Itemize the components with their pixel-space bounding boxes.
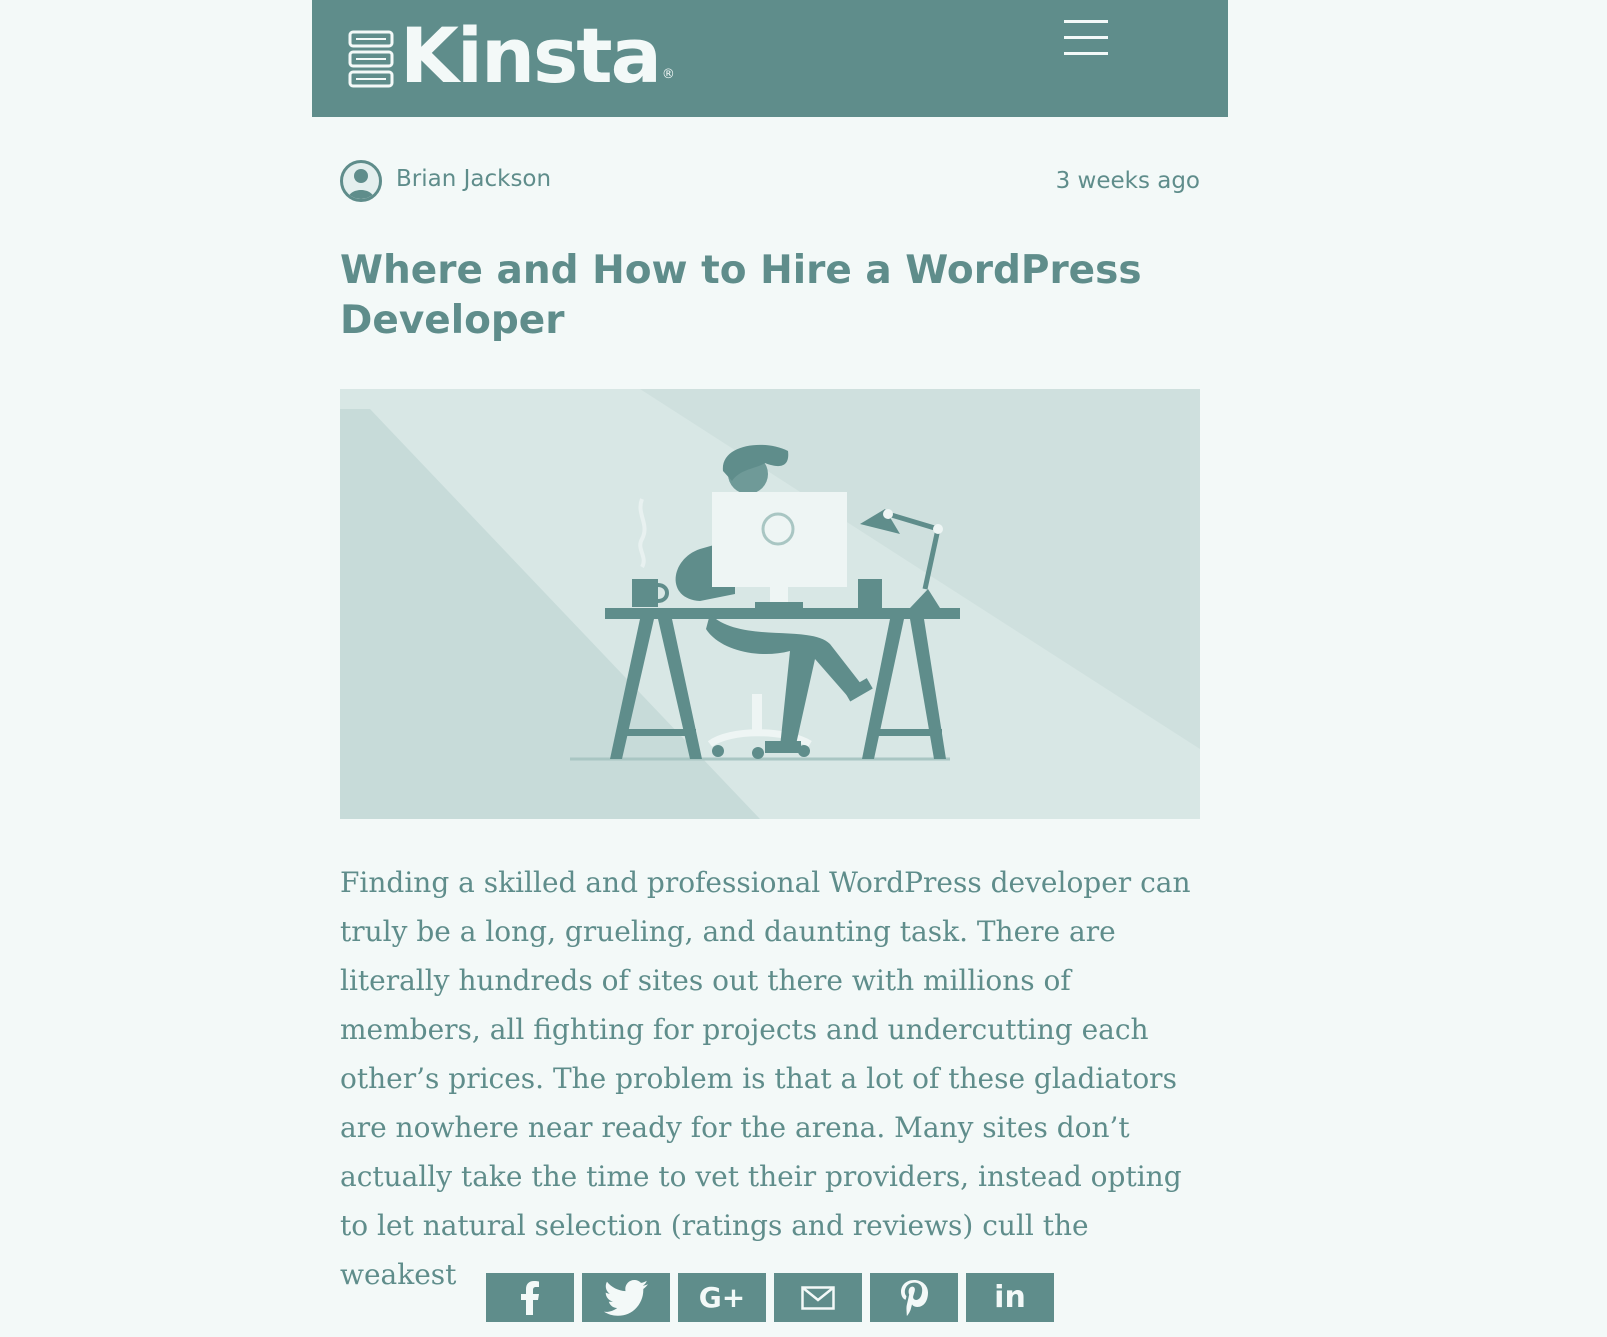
logo-registered-mark: ®	[661, 67, 675, 82]
linkedin-icon: in	[994, 1280, 1026, 1315]
developer-desk-illustration	[340, 389, 1200, 819]
post-date: 3 weeks ago	[1055, 168, 1200, 194]
share-bar: G+ in	[486, 1273, 1054, 1322]
menu-line	[1064, 36, 1108, 39]
facebook-icon	[521, 1280, 539, 1315]
hamburger-menu-icon[interactable]	[1064, 20, 1110, 56]
twitter-icon	[604, 1279, 648, 1316]
server-stack-icon	[348, 30, 394, 88]
post-excerpt: Finding a skilled and professional WordP…	[340, 866, 1191, 1291]
person-icon	[348, 169, 374, 199]
author-name[interactable]: Brian Jackson	[396, 166, 551, 192]
logo-text: Kinsta	[400, 11, 662, 100]
post-meta: Brian Jackson 3 weeks ago	[340, 160, 1200, 206]
email-icon	[801, 1285, 835, 1310]
google-plus-icon: G+	[698, 1281, 746, 1314]
share-linkedin-button[interactable]: in	[966, 1273, 1054, 1322]
share-email-button[interactable]	[774, 1273, 862, 1322]
share-twitter-button[interactable]	[582, 1273, 670, 1322]
author-avatar[interactable]	[340, 160, 382, 202]
share-pinterest-button[interactable]	[870, 1273, 958, 1322]
pinterest-icon	[901, 1279, 928, 1316]
share-google-plus-button[interactable]: G+	[678, 1273, 766, 1322]
hero-image	[340, 389, 1200, 819]
kinsta-logo[interactable]: Kinsta ®	[348, 14, 675, 98]
share-facebook-button[interactable]	[486, 1273, 574, 1322]
menu-line	[1064, 20, 1108, 23]
menu-line	[1064, 52, 1108, 55]
site-header: Kinsta ®	[312, 0, 1228, 117]
page: Kinsta ® Brian Jackson 3 weeks ago Where…	[0, 0, 1607, 1337]
post-title[interactable]: Where and How to Hire a WordPress Develo…	[340, 246, 1200, 346]
